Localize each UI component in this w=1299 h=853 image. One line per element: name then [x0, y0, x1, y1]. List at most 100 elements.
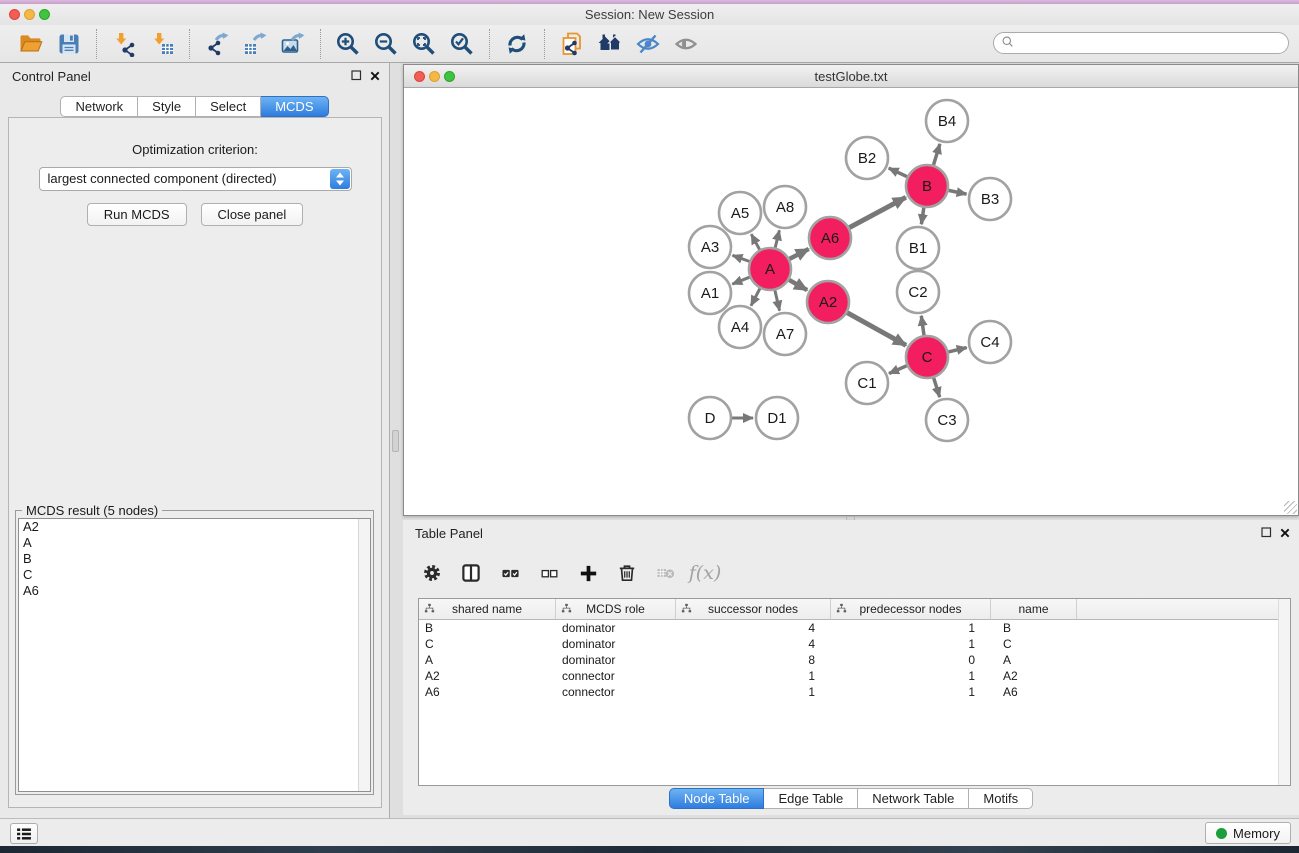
node-C1[interactable]: C1 — [846, 362, 888, 404]
delete-column-icon[interactable] — [612, 558, 642, 588]
search-box[interactable] — [993, 32, 1289, 54]
mcds-result-list[interactable]: A2ABCA6 — [18, 518, 371, 792]
zoom-in-icon[interactable] — [329, 28, 367, 60]
close-panel-icon[interactable] — [1279, 527, 1291, 542]
zoom-fit-icon[interactable] — [405, 28, 443, 60]
node-A1[interactable]: A1 — [689, 272, 731, 314]
cell-MCDS-role[interactable]: dominator — [556, 636, 676, 652]
window-resize-grip[interactable] — [1284, 501, 1297, 514]
edge-B-B3[interactable] — [949, 190, 967, 194]
run-mcds-button[interactable]: Run MCDS — [87, 203, 187, 226]
edge-A-A5[interactable] — [751, 234, 759, 249]
edge-A-A8[interactable] — [775, 230, 779, 247]
mcds-result-item[interactable]: A2 — [19, 519, 370, 535]
column-header-MCDS-role[interactable]: MCDS role — [556, 599, 676, 619]
cell-shared-name[interactable]: A2 — [419, 668, 556, 684]
import-network-icon[interactable] — [105, 28, 143, 60]
open-session-icon[interactable] — [12, 28, 50, 60]
column-visibility-icon[interactable] — [456, 558, 486, 588]
node-C2[interactable]: C2 — [897, 271, 939, 313]
cell-name[interactable]: A2 — [991, 668, 1077, 684]
tab-edge-table[interactable]: Edge Table — [764, 788, 858, 809]
vertical-splitter-handle[interactable] — [392, 430, 399, 452]
close-panel-button[interactable]: Close panel — [201, 203, 304, 226]
close-panel-icon[interactable] — [369, 70, 381, 85]
edge-A-A4[interactable] — [751, 289, 760, 306]
node-B[interactable]: B — [906, 165, 948, 207]
node-A2[interactable]: A2 — [807, 281, 849, 323]
node-D[interactable]: D — [689, 397, 731, 439]
tab-motifs[interactable]: Motifs — [969, 788, 1033, 809]
table-scrollbar[interactable] — [1278, 599, 1290, 785]
cell-MCDS-role[interactable]: dominator — [556, 652, 676, 668]
node-B2[interactable]: B2 — [846, 137, 888, 179]
cell-MCDS-role[interactable]: dominator — [556, 620, 676, 636]
list-scrollbar[interactable] — [358, 519, 370, 791]
edge-A-A6[interactable] — [790, 249, 809, 259]
node-C4[interactable]: C4 — [969, 321, 1011, 363]
add-column-icon[interactable] — [573, 558, 603, 588]
save-session-icon[interactable] — [50, 28, 88, 60]
mcds-result-item[interactable]: A — [19, 535, 370, 551]
network-window-titlebar[interactable]: testGlobe.txt — [404, 65, 1298, 88]
edge-A-A1[interactable] — [732, 277, 749, 284]
edge-A2-C[interactable] — [847, 313, 906, 346]
table-settings-icon[interactable] — [417, 558, 447, 588]
cell-name[interactable]: A — [991, 652, 1077, 668]
mcds-result-item[interactable]: A6 — [19, 583, 370, 599]
memory-button[interactable]: Memory — [1205, 822, 1291, 844]
cell-name[interactable]: B — [991, 620, 1077, 636]
export-network-icon[interactable] — [198, 28, 236, 60]
tab-select[interactable]: Select — [196, 96, 261, 117]
edge-A6-B[interactable] — [849, 197, 905, 227]
column-header-name[interactable]: name — [991, 599, 1077, 619]
edge-C-C1[interactable] — [889, 366, 907, 374]
table-row[interactable]: Cdominator41C — [419, 636, 1290, 652]
cell-name[interactable]: A6 — [991, 684, 1077, 700]
node-A5[interactable]: A5 — [719, 192, 761, 234]
cell-predecessor-nodes[interactable]: 1 — [831, 620, 991, 636]
cell-shared-name[interactable]: A6 — [419, 684, 556, 700]
node-B1[interactable]: B1 — [897, 227, 939, 269]
node-C[interactable]: C — [906, 336, 948, 378]
edge-C-C2[interactable] — [921, 316, 924, 335]
zoom-selected-icon[interactable] — [443, 28, 481, 60]
node-A6[interactable]: A6 — [809, 217, 851, 259]
select-all-icon[interactable] — [495, 558, 525, 588]
node-C3[interactable]: C3 — [926, 399, 968, 441]
criterion-dropdown[interactable]: largest connected component (directed) — [39, 167, 352, 191]
node-B4[interactable]: B4 — [926, 100, 968, 142]
task-history-button[interactable] — [10, 823, 38, 844]
float-panel-icon[interactable] — [1260, 526, 1273, 542]
cell-predecessor-nodes[interactable]: 0 — [831, 652, 991, 668]
export-table-icon[interactable] — [236, 28, 274, 60]
deselect-all-icon[interactable] — [534, 558, 564, 588]
edge-A-A7[interactable] — [775, 290, 780, 310]
cell-predecessor-nodes[interactable]: 1 — [831, 636, 991, 652]
zoom-out-icon[interactable] — [367, 28, 405, 60]
cell-shared-name[interactable]: C — [419, 636, 556, 652]
tab-network-table[interactable]: Network Table — [858, 788, 969, 809]
table-row[interactable]: A2connector11A2 — [419, 668, 1290, 684]
float-panel-icon[interactable] — [350, 69, 363, 85]
refresh-icon[interactable] — [498, 28, 536, 60]
node-A4[interactable]: A4 — [719, 306, 761, 348]
network-snapshot-icon[interactable] — [553, 28, 591, 60]
graphics-details-icon[interactable] — [629, 28, 667, 60]
cell-successor-nodes[interactable]: 4 — [676, 620, 831, 636]
edge-C-C4[interactable] — [948, 348, 966, 352]
table-row[interactable]: Bdominator41B — [419, 620, 1290, 636]
export-image-icon[interactable] — [274, 28, 312, 60]
mcds-result-item[interactable]: C — [19, 567, 370, 583]
search-input[interactable] — [1016, 36, 1288, 50]
tab-node-table[interactable]: Node Table — [669, 788, 765, 809]
node-A7[interactable]: A7 — [764, 313, 806, 355]
cell-name[interactable]: C — [991, 636, 1077, 652]
cell-predecessor-nodes[interactable]: 1 — [831, 668, 991, 684]
node-A3[interactable]: A3 — [689, 226, 731, 268]
edge-B-B1[interactable] — [921, 208, 923, 224]
home-layout-icon[interactable] — [591, 28, 629, 60]
edge-A-A3[interactable] — [733, 255, 750, 261]
import-table-icon[interactable] — [143, 28, 181, 60]
cell-shared-name[interactable]: B — [419, 620, 556, 636]
